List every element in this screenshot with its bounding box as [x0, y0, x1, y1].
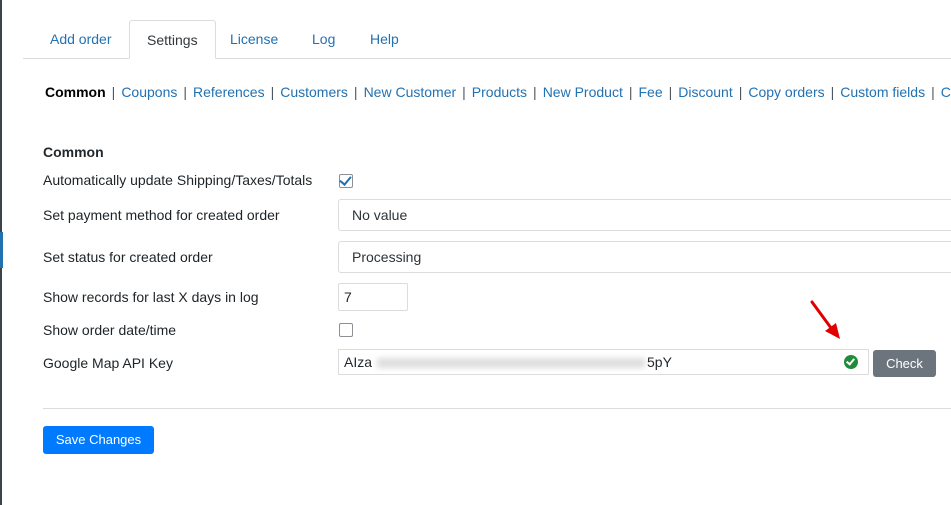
tab-help[interactable]: Help — [353, 20, 416, 57]
subnav-separator: | — [668, 84, 673, 100]
status-select[interactable]: Processing — [338, 241, 951, 273]
tab-license[interactable]: License — [213, 20, 295, 57]
map-key-input[interactable]: AIza 5pY — [338, 349, 869, 375]
subnav-separator: | — [830, 84, 835, 100]
auto-update-label: Automatically update Shipping/Taxes/Tota… — [43, 172, 313, 188]
form-divider — [43, 408, 951, 409]
subnav-custom-fields[interactable]: Custom fields — [840, 84, 925, 100]
save-changes-button[interactable]: Save Changes — [43, 426, 154, 454]
subnav-products[interactable]: Products — [472, 84, 527, 100]
subnav-fee[interactable]: Fee — [638, 84, 662, 100]
settings-subnav: Common | Coupons | References | Customers | New … — [45, 84, 951, 100]
checkmark-icon — [339, 173, 352, 186]
tab-log[interactable]: Log — [295, 20, 352, 57]
subnav-customers[interactable]: Customers — [280, 84, 348, 100]
subnav-separator: | — [931, 84, 935, 100]
map-key-label: Google Map API Key — [43, 355, 173, 371]
map-key-redacted — [377, 358, 645, 368]
map-key-value-start: AIza — [344, 354, 373, 370]
log-days-label: Show records for last X days in log — [43, 289, 259, 305]
subnav-separator: | — [270, 84, 275, 100]
order-datetime-label: Show order date/time — [43, 322, 177, 338]
subnav-copy-orders[interactable]: Copy orders — [748, 84, 824, 100]
subnav-separator: | — [111, 84, 116, 100]
subnav-new-product[interactable]: New Product — [543, 84, 623, 100]
tab-add-order[interactable]: Add order — [33, 20, 128, 57]
subnav-coupons[interactable]: Coupons — [121, 84, 177, 100]
subnav-separator: | — [628, 84, 633, 100]
check-circle-icon — [844, 355, 858, 369]
payment-method-select[interactable]: No value — [338, 199, 951, 231]
subnav-discount[interactable]: Discount — [678, 84, 732, 100]
subnav-ch[interactable]: Ch — [941, 84, 951, 100]
arrow-head — [825, 323, 840, 339]
left-edge-marker — [0, 232, 3, 268]
status-label: Set status for created order — [43, 249, 213, 265]
subnav-separator: | — [353, 84, 358, 100]
annotation-arrow-icon — [810, 300, 840, 339]
log-days-input[interactable]: 7 — [338, 283, 408, 311]
tab-settings[interactable]: Settings — [129, 20, 216, 59]
order-datetime-checkbox[interactable] — [339, 323, 353, 337]
map-key-value-end: 5pY — [647, 354, 672, 370]
subnav-separator: | — [738, 84, 743, 100]
subnav-separator: | — [462, 84, 466, 100]
subnav-new-customer[interactable]: New Customer — [364, 84, 457, 100]
payment-method-label: Set payment method for created order — [43, 207, 280, 223]
check-button[interactable]: Check — [873, 350, 936, 377]
section-title: Common — [43, 144, 104, 160]
subnav-common: Common — [45, 84, 106, 100]
subnav-separator: | — [533, 84, 537, 100]
subnav-references[interactable]: References — [193, 84, 265, 100]
auto-update-checkbox[interactable] — [339, 173, 353, 188]
subnav-separator: | — [183, 84, 187, 100]
tab-bar: Add order Settings License Log Help — [23, 20, 951, 59]
